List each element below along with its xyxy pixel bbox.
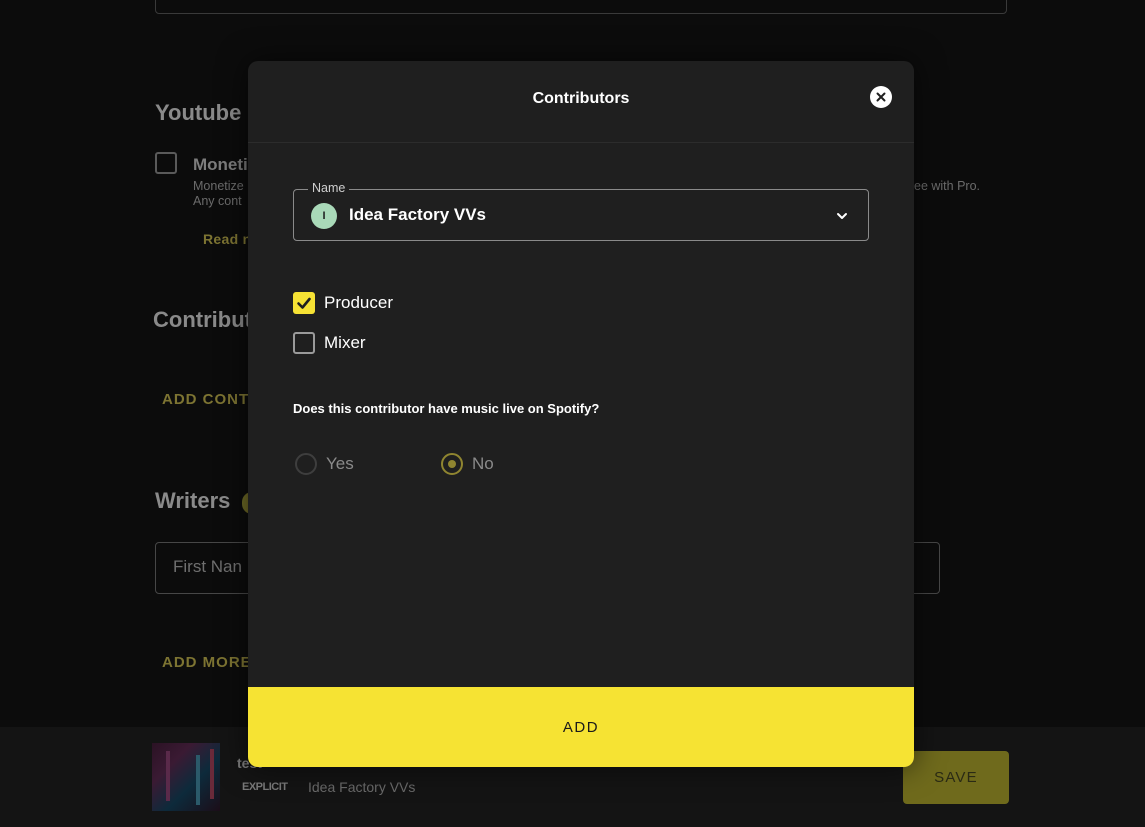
writers-section-title: Writers	[155, 488, 231, 513]
name-select[interactable]: Name I Idea Factory VVs	[293, 181, 869, 241]
mixer-checkbox[interactable]	[293, 332, 315, 354]
save-button[interactable]: SAVE	[903, 751, 1009, 804]
yes-label: Yes	[326, 454, 354, 473]
avatar: I	[311, 203, 337, 229]
role-mixer[interactable]: Mixer	[293, 332, 366, 354]
no-label: No	[472, 454, 494, 473]
yes-radio[interactable]	[295, 453, 317, 475]
close-icon	[876, 90, 886, 105]
modal-header: Contributors	[248, 61, 914, 143]
monetize-label: Moneti	[193, 155, 248, 174]
track-artist: Idea Factory VVs	[308, 779, 416, 795]
producer-checkbox[interactable]	[293, 292, 315, 314]
monetize-checkbox[interactable]	[155, 152, 177, 174]
monetize-description-right: ee with Pro.	[914, 179, 981, 193]
close-button[interactable]	[870, 86, 892, 108]
monetize-description-line1: Monetize	[193, 179, 244, 193]
no-radio[interactable]	[441, 453, 463, 475]
explicit-tag: EXPLICIT	[242, 781, 288, 793]
radio-option-no[interactable]: No	[441, 453, 494, 475]
first-name-placeholder: First Nan	[173, 557, 242, 576]
add-more-button[interactable]: ADD MORE	[162, 654, 252, 671]
add-button[interactable]: ADD	[248, 687, 914, 767]
contributors-section-title: Contribut	[153, 307, 252, 332]
producer-label: Producer	[324, 293, 393, 312]
youtube-section-title: Youtube	[155, 100, 242, 125]
add-contributor-button[interactable]: ADD CONT	[162, 391, 249, 408]
radio-option-yes[interactable]: Yes	[295, 453, 354, 475]
album-art	[152, 743, 220, 811]
contributors-modal: Contributors Name I Idea Factory VVs Pro…	[248, 61, 914, 767]
modal-title: Contributors	[532, 90, 630, 107]
previous-field	[155, 0, 1007, 14]
role-producer[interactable]: Producer	[293, 292, 393, 314]
chevron-down-icon[interactable]	[835, 208, 849, 227]
mixer-label: Mixer	[324, 333, 366, 352]
name-select-value: Idea Factory VVs	[349, 205, 487, 224]
checkmark-icon	[297, 297, 311, 309]
monetize-description-line2: Any cont	[193, 194, 242, 208]
read-more-link[interactable]: Read n	[203, 231, 251, 247]
spotify-question: Does this contributor have music live on…	[293, 401, 600, 416]
name-field-label: Name	[308, 181, 350, 195]
